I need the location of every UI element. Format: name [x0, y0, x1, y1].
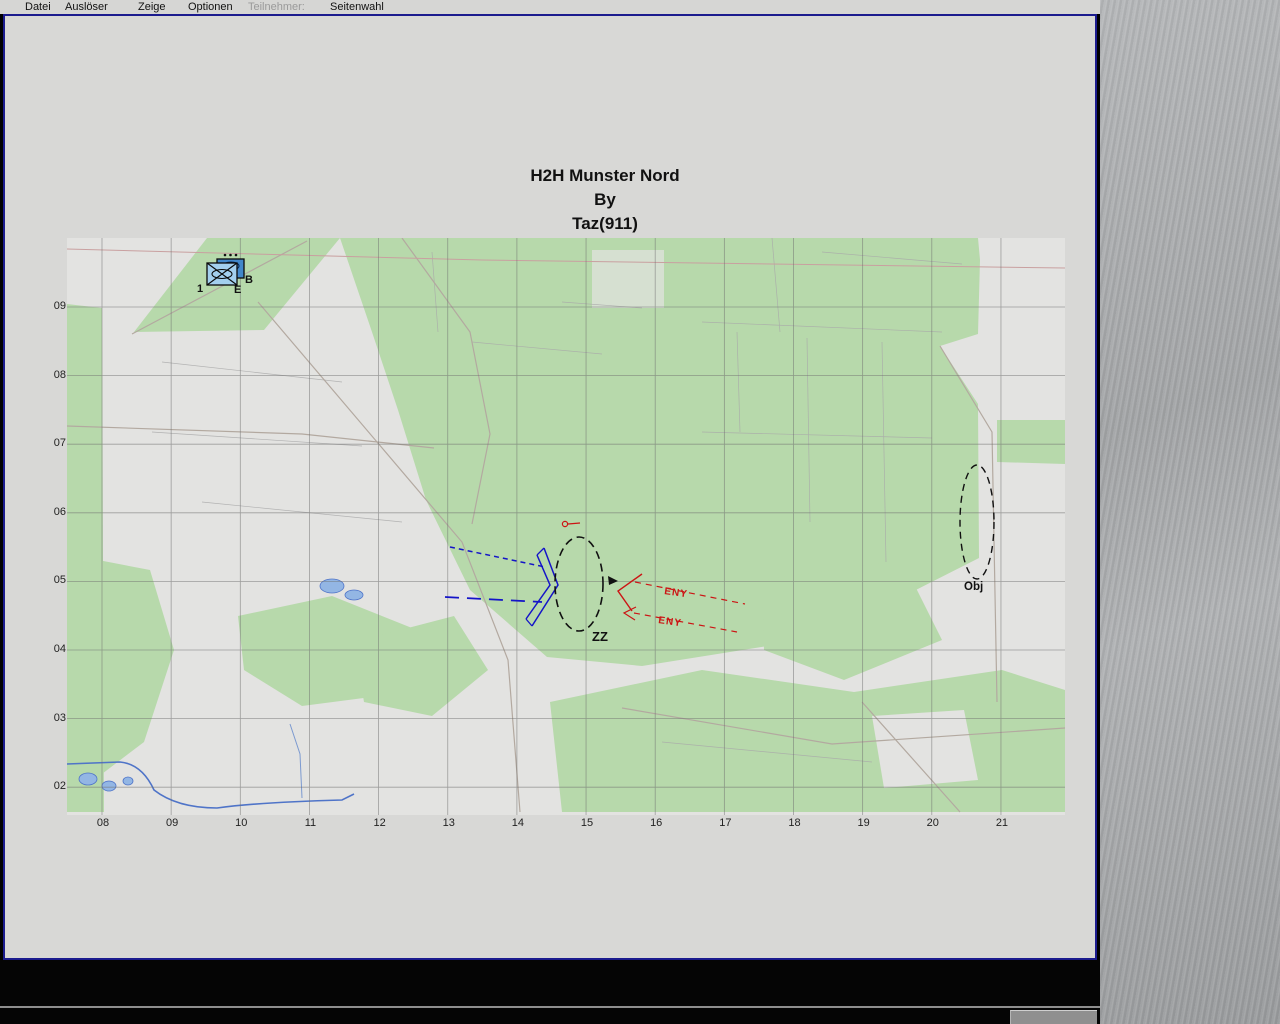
menu-item-optionen[interactable]: Optionen: [188, 1, 233, 13]
x-grid-label-08: 08: [96, 817, 110, 829]
bottom-scrollbar-thumb[interactable]: [1010, 1010, 1097, 1024]
unit-letter-e-label: E: [234, 284, 241, 296]
unit-letter-b-label: B: [245, 274, 253, 286]
menu-item-ausloeser[interactable]: Auslöser: [65, 1, 108, 13]
x-grid-label-14: 14: [511, 817, 525, 829]
y-grid-label-09: 09: [53, 300, 66, 312]
x-grid-label-19: 19: [857, 817, 870, 829]
control-sidebar: Start Ende Kartentyp Gelände Sicht Meldu…: [1100, 0, 1280, 1024]
map-canvas: 1 E B ZZ Obj ENY ENY: [67, 238, 1065, 815]
objective-obj-label: Obj: [964, 581, 983, 593]
y-grid-label-06: 06: [53, 505, 66, 518]
menu-item-datei[interactable]: Datei: [25, 1, 51, 13]
x-grid-label-13: 13: [442, 817, 455, 829]
x-grid-label-09: 09: [166, 817, 179, 829]
menu-bar: Datei Auslöser Zeige Optionen Teilnehmer…: [0, 0, 1100, 14]
x-grid-label-11: 11: [304, 817, 317, 829]
y-grid-label-04: 04: [53, 643, 66, 655]
x-grid-label-12: 12: [373, 817, 386, 829]
application-screen: Datei Auslöser Zeige Optionen Teilnehmer…: [0, 0, 1280, 1024]
objective-zz-label: ZZ: [592, 629, 608, 644]
x-grid-label-21: 21: [995, 817, 1009, 829]
scenario-title-line1: H2H Munster Nord: [530, 166, 680, 185]
planning-window: H2H Munster Nord By Taz(911) 1 E B ZZ Ob…: [3, 14, 1097, 960]
scenario-title-line3: Taz(911): [572, 214, 638, 233]
x-grid-label-16: 16: [650, 817, 663, 829]
scenario-title: H2H Munster Nord By Taz(911): [305, 164, 905, 236]
x-grid-label-17: 17: [719, 817, 732, 829]
x-grid-label-18: 18: [788, 817, 801, 829]
status-bar: [0, 960, 1100, 1024]
x-grid-label-10: 10: [235, 817, 248, 829]
y-grid-label-08: 08: [53, 368, 66, 381]
menu-item-zeige[interactable]: Zeige: [138, 1, 166, 13]
menu-item-seitenwahl[interactable]: Seitenwahl: [330, 1, 384, 13]
tactical-map[interactable]: 1 E B ZZ Obj ENY ENY: [67, 238, 1065, 815]
unit-number-label: 1: [197, 283, 203, 295]
y-grid-label-02: 02: [53, 780, 66, 793]
y-grid-label-03: 03: [53, 711, 66, 724]
x-grid-label-15: 15: [580, 817, 594, 829]
y-grid-label-07: 07: [53, 437, 66, 450]
x-grid-label-20: 20: [926, 817, 939, 829]
menu-item-teilnehmer: Teilnehmer:: [248, 1, 305, 13]
status-bar-divider: [0, 1006, 1100, 1008]
y-grid-label-05: 05: [53, 574, 66, 587]
scenario-title-line2: By: [594, 190, 616, 209]
